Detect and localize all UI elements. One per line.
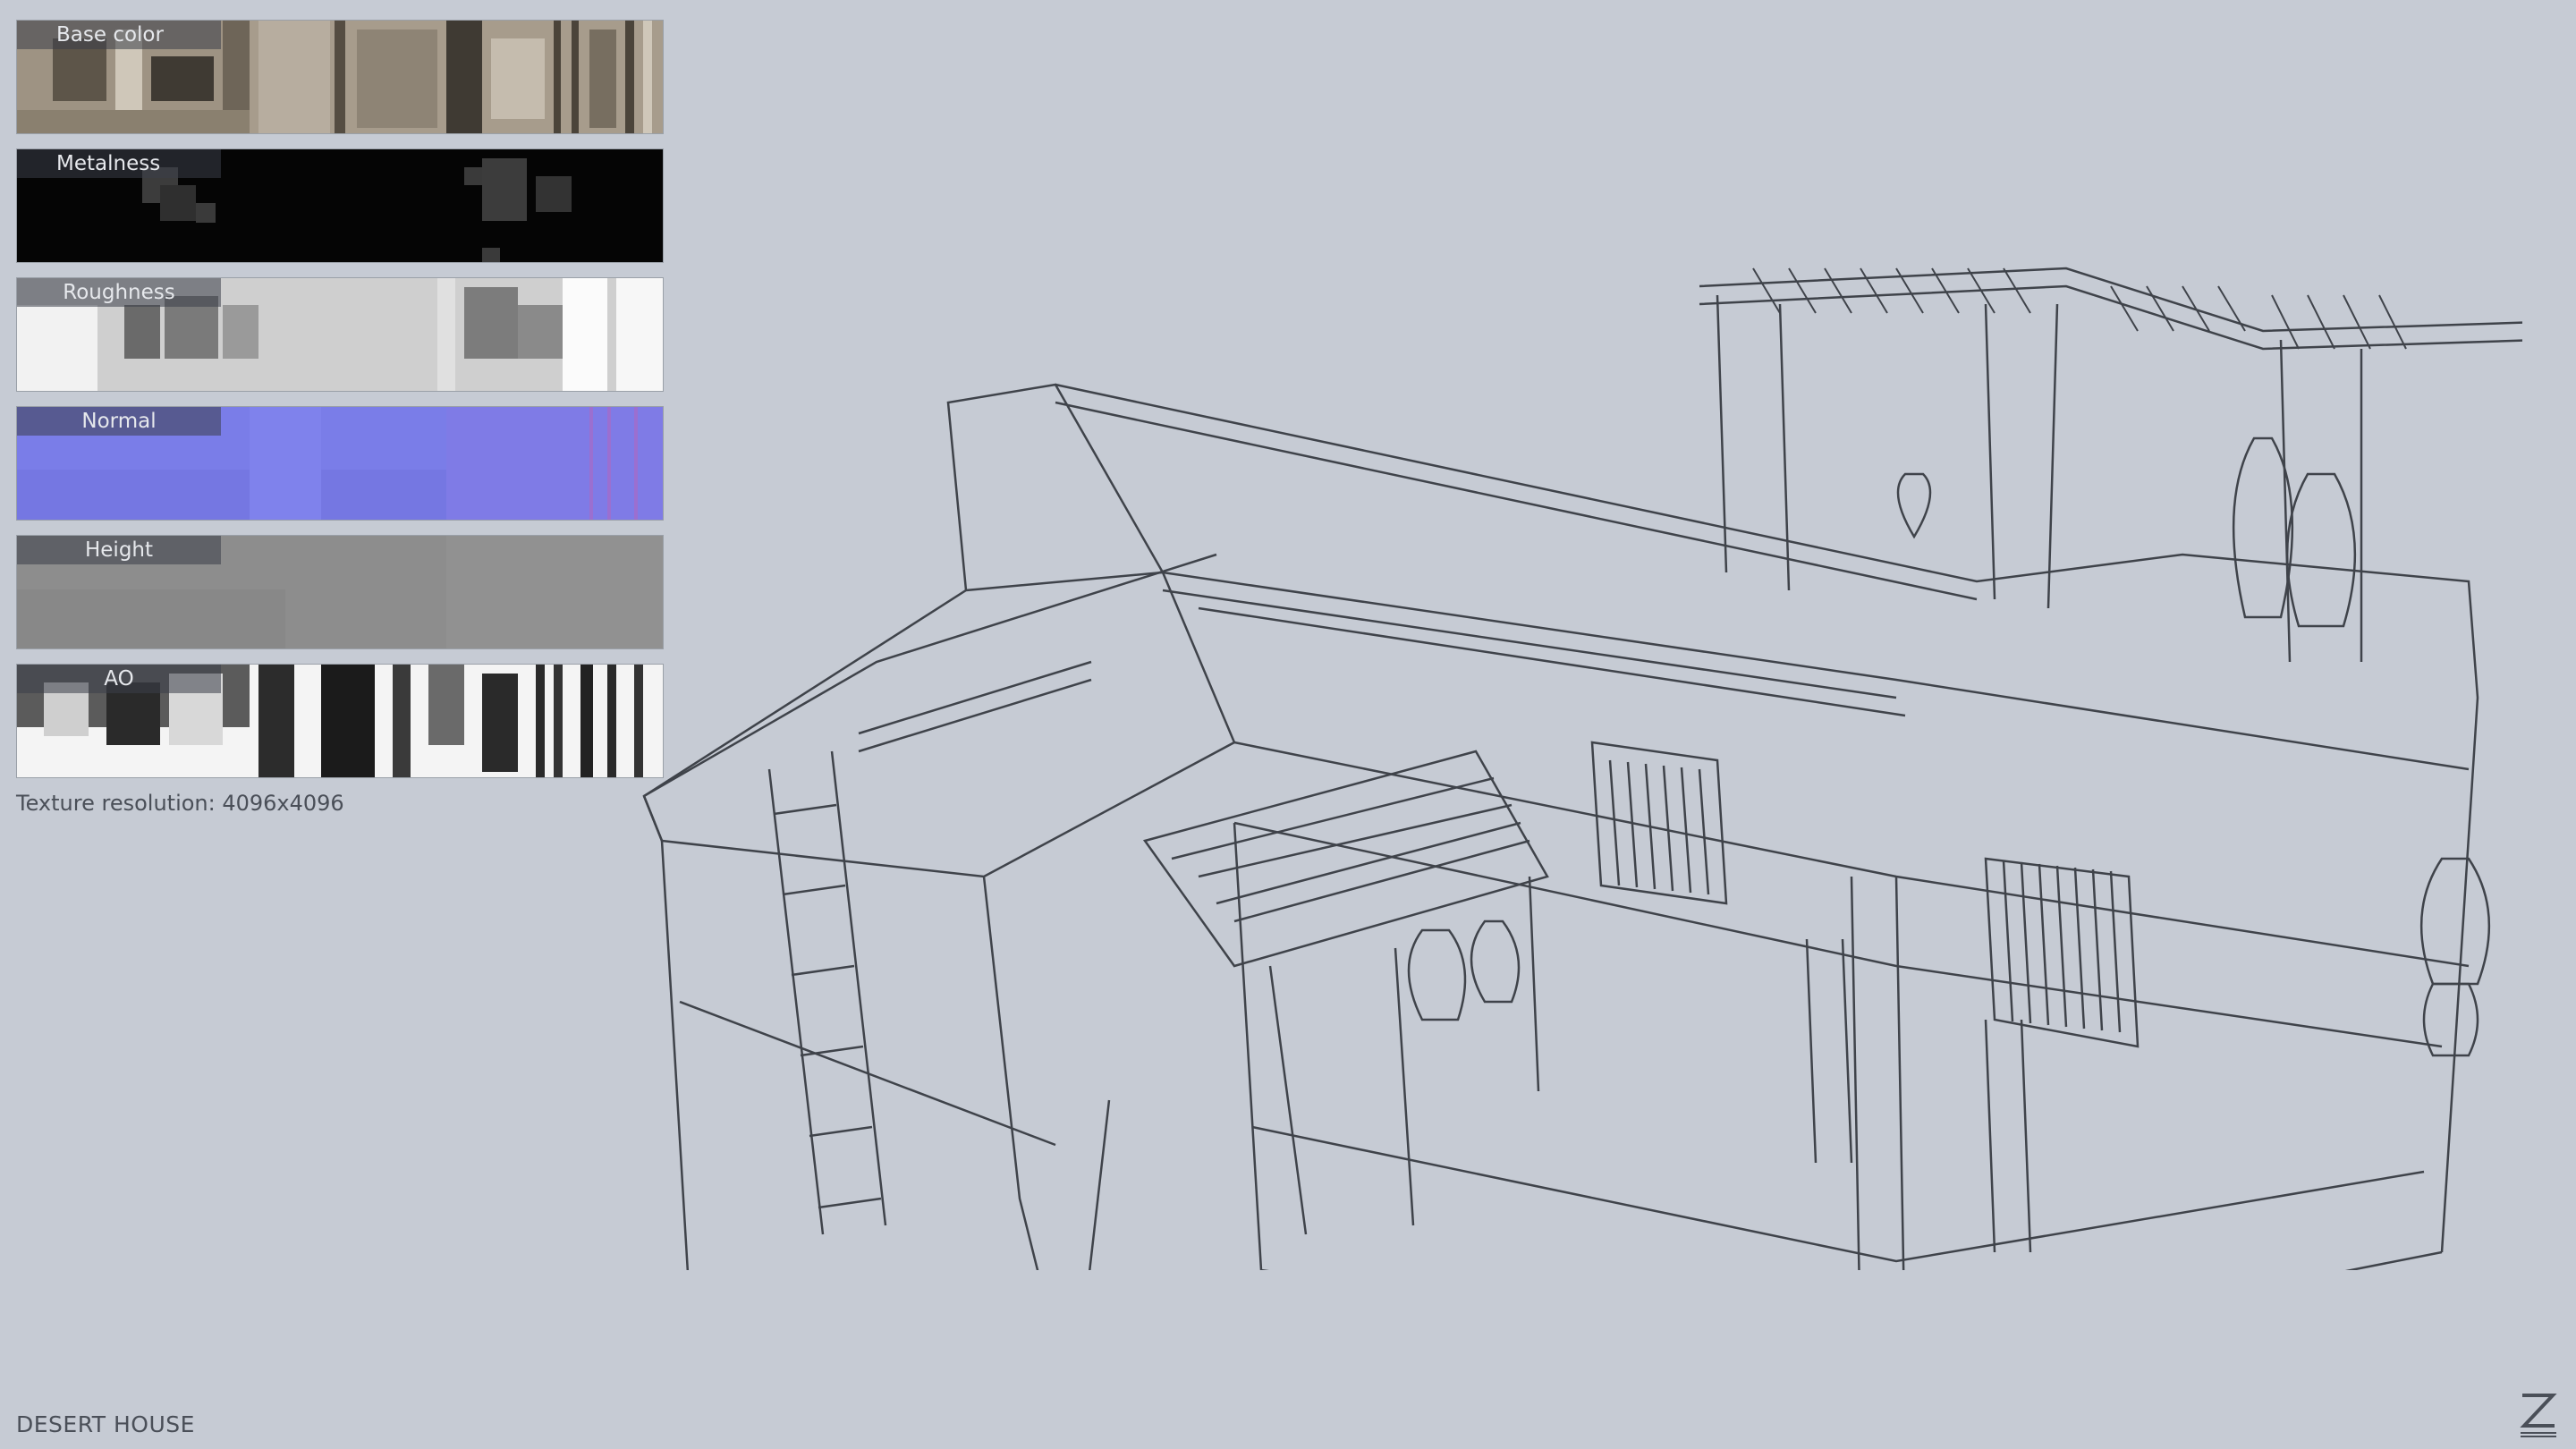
- texture-height: Height: [16, 535, 664, 649]
- texture-label: Roughness: [17, 278, 221, 307]
- texture-panel: Base color Metalness Roughness Normal He…: [16, 20, 664, 816]
- texture-ao: AO: [16, 664, 664, 778]
- texture-normal: Normal: [16, 406, 664, 521]
- texture-label: Base color: [17, 21, 221, 49]
- house-wireframe: [642, 267, 2522, 1270]
- texture-label: Metalness: [17, 149, 221, 178]
- z-logo-icon: [2520, 1394, 2557, 1437]
- texture-base-color: Base color: [16, 20, 664, 134]
- texture-label: AO: [17, 665, 221, 693]
- model-title: DESERT HOUSE: [16, 1411, 195, 1437]
- texture-label: Normal: [17, 407, 221, 436]
- texture-label: Height: [17, 536, 221, 564]
- texture-roughness: Roughness: [16, 277, 664, 392]
- texture-metalness: Metalness: [16, 148, 664, 263]
- wireframe-model: [642, 267, 2522, 1270]
- texture-resolution-text: Texture resolution: 4096x4096: [16, 791, 344, 816]
